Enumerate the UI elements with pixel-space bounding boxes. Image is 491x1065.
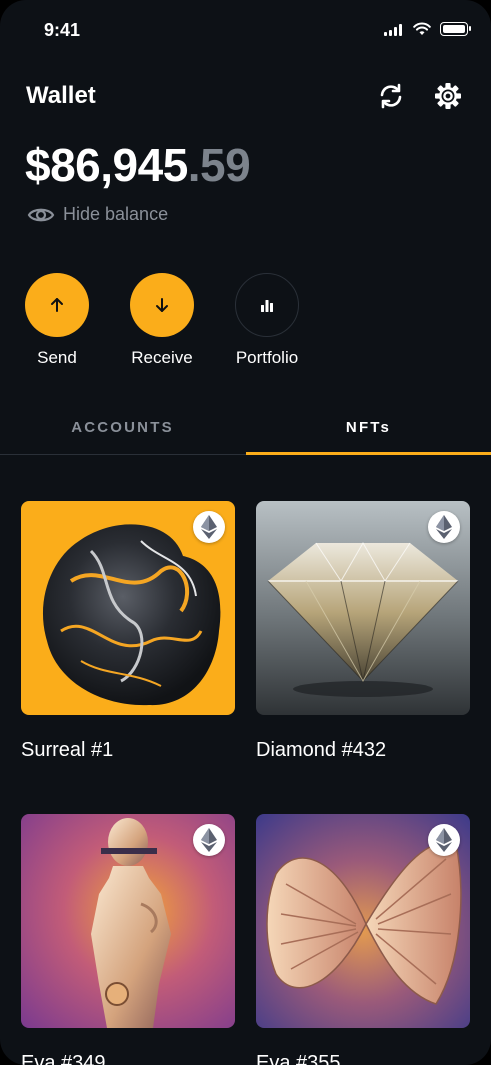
settings-button[interactable] xyxy=(432,80,464,112)
ethereum-icon xyxy=(193,824,225,856)
gear-icon xyxy=(435,83,461,109)
nft-name: Surreal #1 xyxy=(21,739,114,761)
receive-button[interactable]: Receive xyxy=(112,273,212,368)
portfolio-label: Portfolio xyxy=(235,348,299,367)
wifi-icon xyxy=(413,22,431,35)
wallet-screen: 9:41 Wallet $86,945.59 Hide balance Send… xyxy=(0,0,491,1065)
portfolio-button[interactable]: Portfolio xyxy=(217,273,317,368)
refresh-button[interactable] xyxy=(375,80,407,112)
nft-image-diamond xyxy=(256,501,470,715)
send-label: Send xyxy=(37,348,77,367)
tab-nfts[interactable]: NFTs xyxy=(246,400,491,455)
ethereum-icon xyxy=(428,511,460,543)
balance-amount: $86,945.59 xyxy=(25,138,251,192)
refresh-icon xyxy=(380,83,402,109)
nft-image-eva-349 xyxy=(21,814,235,1028)
hide-balance-label: Hide balance xyxy=(63,204,169,224)
balance-whole: $86,945 xyxy=(25,139,188,191)
nft-name: Eva #355 xyxy=(256,1052,341,1065)
nft-card[interactable]: Surreal #1 xyxy=(21,501,235,762)
nft-card[interactable]: Eva #355 xyxy=(256,814,470,1065)
eye-icon xyxy=(27,208,55,221)
tab-bar: ACCOUNTS NFTs xyxy=(0,400,491,455)
portfolio-circle xyxy=(235,273,299,337)
nft-name: Diamond #432 xyxy=(256,739,387,761)
send-circle xyxy=(25,273,89,337)
receive-circle xyxy=(130,273,194,337)
nft-image-surreal xyxy=(21,501,235,715)
balance-cents: .59 xyxy=(187,139,251,191)
nft-card[interactable]: Diamond #432 xyxy=(256,501,470,762)
tab-accounts[interactable]: ACCOUNTS xyxy=(0,400,245,454)
receive-label: Receive xyxy=(131,348,193,367)
bar-chart-icon xyxy=(261,300,273,312)
status-bar: 9:41 xyxy=(0,0,491,60)
page-title: Wallet xyxy=(26,82,96,109)
send-button[interactable]: Send xyxy=(7,273,107,368)
nft-image-eva-355 xyxy=(256,814,470,1028)
arrow-up-icon xyxy=(51,298,63,312)
ethereum-icon xyxy=(193,511,225,543)
nft-name: Eva #349 xyxy=(21,1052,106,1065)
battery-icon xyxy=(440,22,471,36)
ethereum-icon xyxy=(428,824,460,856)
hide-balance-toggle[interactable]: Hide balance xyxy=(27,204,168,225)
arrow-down-icon xyxy=(156,298,168,312)
status-time: 9:41 xyxy=(44,20,81,40)
cellular-signal-icon xyxy=(384,24,402,36)
nft-card[interactable]: Eva #349 xyxy=(21,814,235,1065)
